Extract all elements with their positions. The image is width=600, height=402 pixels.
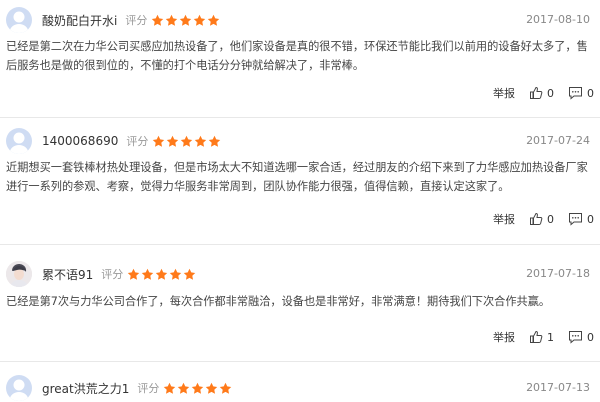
report-button[interactable]: 举报 — [493, 85, 515, 101]
like-count: 1 — [547, 330, 554, 344]
default-avatar-icon — [9, 379, 29, 401]
default-avatar-icon — [9, 132, 29, 154]
star-icon — [167, 135, 179, 147]
avatar[interactable] — [6, 261, 32, 287]
review-header: 酸奶配白开水i 评分 2017-08-10 — [6, 6, 590, 34]
star-icon — [128, 268, 140, 280]
comment-icon — [569, 213, 582, 226]
report-button[interactable]: 举报 — [493, 211, 515, 227]
like-button[interactable]: 1 — [529, 330, 554, 344]
comment-count: 0 — [587, 86, 594, 100]
review-date: 2017-07-24 — [526, 134, 590, 147]
score-label: 评分 — [126, 135, 149, 148]
comment-icon — [569, 87, 582, 100]
star-icon — [166, 14, 178, 26]
star-icon — [206, 382, 218, 394]
comment-button[interactable]: 0 — [568, 86, 594, 100]
comment-count: 0 — [587, 330, 594, 344]
comment-count: 0 — [587, 212, 594, 226]
review-item: 1400068690 评分 2017-07-24 近期想买一套铁棒材热处理设备，… — [0, 118, 600, 245]
username[interactable]: 累不语91 — [42, 266, 93, 283]
username[interactable]: 1400068690 — [42, 134, 118, 148]
like-button[interactable]: 0 — [529, 212, 554, 226]
review-actions: 举报 0 0 — [493, 85, 594, 101]
thumbs-up-icon — [530, 212, 543, 225]
review-list: 酸奶配白开水i 评分 2017-08-10 已经是第二次在力华公司买感应加热设备… — [0, 0, 600, 401]
comment-button[interactable]: 0 — [568, 330, 594, 344]
review-content: 已经是第7次与力华公司合作了，每次合作都非常融洽，设备也是非常好，非常满意！期待… — [6, 295, 551, 308]
like-button[interactable]: 0 — [529, 86, 554, 100]
rating-stars — [152, 135, 221, 148]
review-header: 累不语91 评分 2017-07-18 — [6, 260, 590, 288]
star-icon — [181, 135, 193, 147]
comment-button[interactable]: 0 — [568, 212, 594, 226]
thumbs-up-icon — [530, 330, 543, 343]
star-icon — [180, 14, 192, 26]
star-icon — [178, 382, 190, 394]
username[interactable]: great洪荒之力1 — [42, 380, 129, 397]
review-content: 已经是第二次在力华公司买感应加热设备了，他们家设备是真的很不错，环保还节能比我们… — [6, 40, 588, 72]
report-label: 举报 — [493, 87, 515, 100]
report-label: 举报 — [493, 331, 515, 344]
star-icon — [184, 268, 196, 280]
comment-icon — [569, 331, 582, 344]
avatar[interactable] — [6, 128, 32, 154]
review-item: 累不语91 评分 2017-07-18 已经是第7次与力华公司合作了，每次合作都… — [0, 245, 600, 362]
avatar[interactable] — [6, 7, 32, 33]
review-item: 酸奶配白开水i 评分 2017-08-10 已经是第二次在力华公司买感应加热设备… — [0, 0, 600, 118]
like-count: 0 — [547, 212, 554, 226]
score-label: 评分 — [101, 268, 124, 281]
star-icon — [164, 382, 176, 394]
rating-stars — [163, 382, 232, 395]
star-icon — [195, 135, 207, 147]
thumbs-up-icon — [530, 86, 543, 99]
review-header: 1400068690 评分 2017-07-24 — [6, 127, 590, 155]
review-content: 近期想买一套铁棒材热处理设备，但是市场太大不知道选哪一家合适，经过朋友的介绍下来… — [6, 161, 588, 193]
like-count: 0 — [547, 86, 554, 100]
report-button[interactable]: 举报 — [493, 329, 515, 345]
star-icon — [208, 14, 220, 26]
review-date: 2017-07-13 — [526, 381, 590, 394]
report-label: 举报 — [493, 213, 515, 226]
star-icon — [156, 268, 168, 280]
star-icon — [153, 135, 165, 147]
score-label: 评分 — [125, 14, 148, 27]
default-avatar-icon — [9, 11, 29, 33]
rating-stars — [127, 268, 196, 281]
star-icon — [192, 382, 204, 394]
star-icon — [194, 14, 206, 26]
star-icon — [152, 14, 164, 26]
username[interactable]: 酸奶配白开水i — [42, 12, 117, 29]
avatar[interactable] — [6, 375, 32, 401]
review-actions: 举报 1 0 — [493, 329, 594, 345]
rating-stars — [151, 14, 220, 27]
star-icon — [170, 268, 182, 280]
star-icon — [142, 268, 154, 280]
star-icon — [209, 135, 221, 147]
review-actions: 举报 0 0 — [493, 211, 594, 227]
score-label: 评分 — [137, 382, 160, 395]
photo-avatar-icon — [6, 261, 32, 287]
review-item: great洪荒之力1 评分 2017-07-13 — [0, 362, 600, 401]
review-date: 2017-08-10 — [526, 13, 590, 26]
star-icon — [220, 382, 232, 394]
review-date: 2017-07-18 — [526, 267, 590, 280]
review-header: great洪荒之力1 评分 2017-07-13 — [6, 374, 590, 402]
